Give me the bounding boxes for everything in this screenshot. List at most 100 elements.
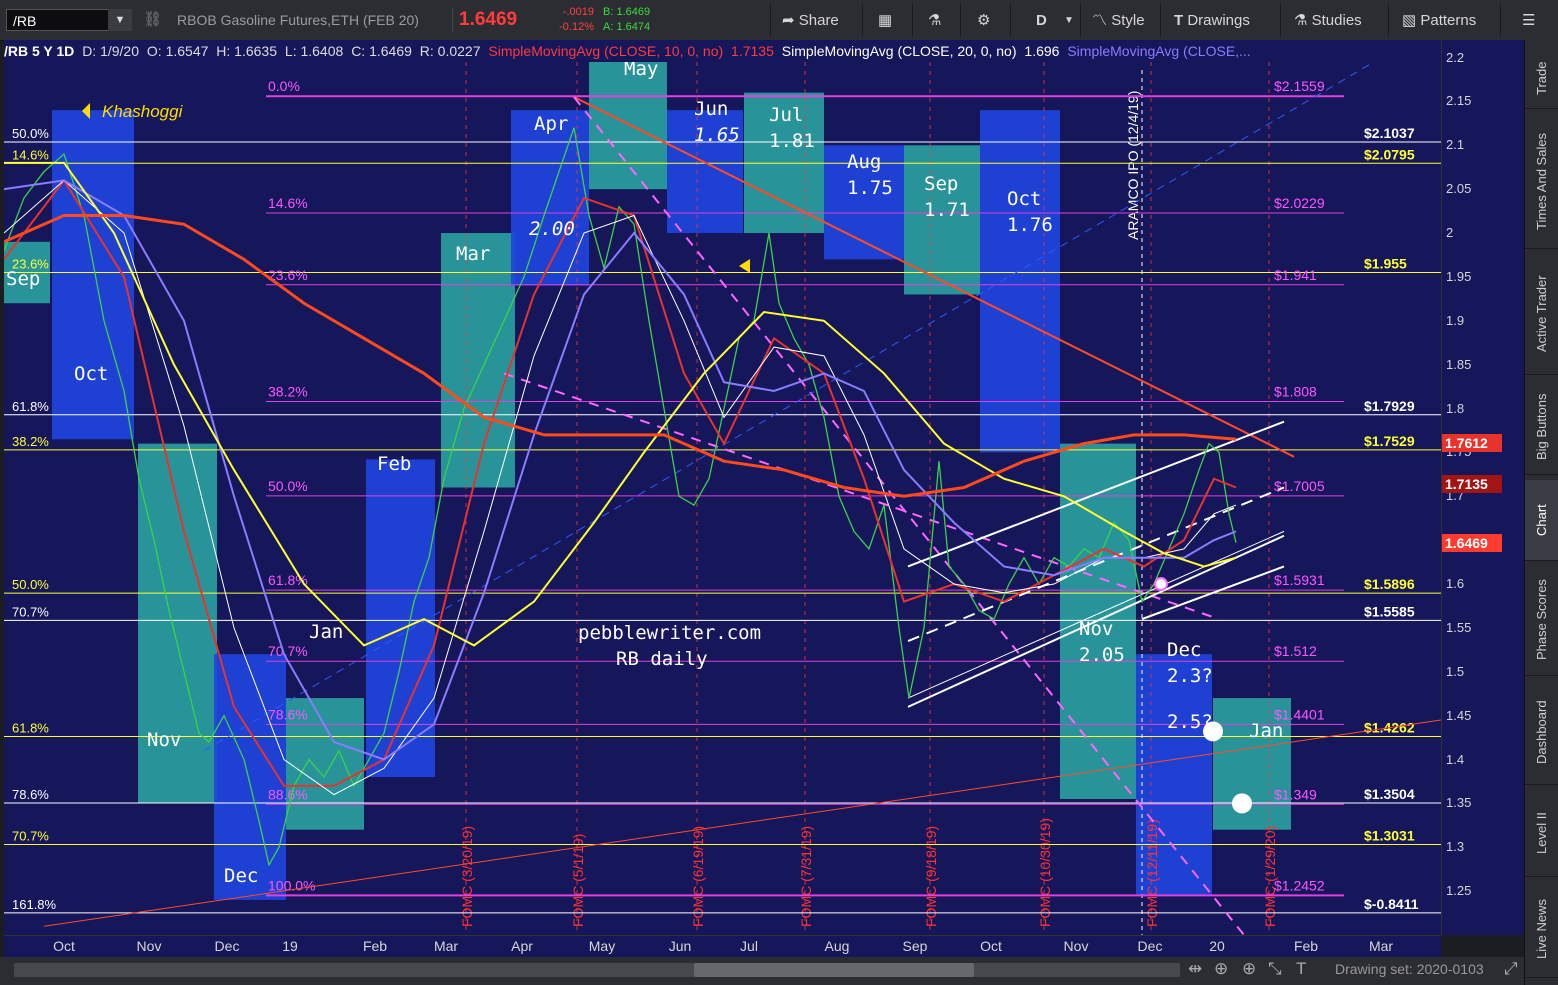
time-tick-label: Dec: [1137, 938, 1163, 954]
drawings-icon: T: [1174, 12, 1184, 29]
patterns-button[interactable]: ▧ Patterns: [1402, 9, 1476, 33]
price-tick-label: 2.05: [1446, 181, 1472, 197]
fib-magenta-label: 50.0%: [268, 478, 308, 494]
grid-icon[interactable]: ▦: [878, 9, 892, 33]
time-tick-label: Mar: [433, 938, 459, 954]
studies-icon: ⚗: [1294, 12, 1308, 29]
seasonal-month-label: Sep: [6, 268, 40, 290]
bar-low: L: 1.6408: [284, 43, 344, 59]
studies-button[interactable]: ⚗ Studies: [1294, 9, 1362, 33]
seasonal-value-label: 2.05: [1079, 644, 1125, 666]
fib-left-label: 61.8%: [12, 721, 49, 736]
seasonal-value-label: 1.81: [769, 130, 815, 152]
style-button[interactable]: 〽 Style: [1092, 9, 1145, 33]
chart-area[interactable]: FOMC (3/20/19) FOMC (5/1/19) FOMC (6/19/19…: [4, 40, 1441, 935]
sidebar-tab-live-news[interactable]: Live News: [1525, 882, 1558, 978]
fib-left-label: 70.7%: [12, 829, 49, 844]
seasonal-month-label: Jul: [769, 104, 803, 126]
price-tick-label: 1.6: [1446, 576, 1465, 592]
seasonal-value-label: 1.76: [1007, 214, 1053, 236]
menu-icon[interactable]: ☰: [1522, 9, 1535, 33]
gear-icon[interactable]: ⚙: [977, 9, 990, 33]
fib-left-label: 38.2%: [12, 434, 49, 449]
trading-app: /RB ▼ ⛓ RBOB Gasoline Futures,ETH (FEB 2…: [0, 0, 1558, 985]
drawing-set-label[interactable]: Drawing set: 2020-0103: [1335, 961, 1484, 977]
time-tick-label: Aug: [824, 938, 850, 954]
fib-right-label: $-0.8411: [1364, 896, 1419, 912]
price-tick-label: 1.35: [1446, 795, 1472, 811]
fib-left-label: 70.7%: [12, 604, 49, 619]
time-tick-label: Mar: [1368, 938, 1394, 954]
instrument-name: RBOB Gasoline Futures,ETH (FEB 20): [177, 12, 419, 28]
drawings-button[interactable]: T Drawings: [1174, 9, 1250, 33]
fomc-label: FOMC (10/30/19): [1037, 818, 1053, 927]
fib-right-label: $2.0795: [1364, 146, 1415, 162]
symbol-period: /RB 5 Y 1D: [4, 43, 75, 59]
seasonal-month-label: Dec: [224, 865, 258, 887]
fit-icon[interactable]: ⤡: [1268, 959, 1282, 979]
price-tick-label: 2.1: [1446, 137, 1465, 153]
sidebar-tab-active-trader[interactable]: Active Trader: [1525, 254, 1558, 375]
link-icon[interactable]: ⛓: [143, 10, 162, 28]
sidebar-tab-big-buttons[interactable]: Big Buttons: [1525, 380, 1558, 475]
price-tick-label: 1.95: [1446, 268, 1472, 284]
fomc-label: FOMC (12/11/19): [1144, 819, 1160, 927]
period-button[interactable]: D: [1036, 9, 1047, 33]
fib-left-label: 161.8%: [12, 897, 57, 912]
price-tick-label: 1.5: [1446, 663, 1465, 679]
fib-right-label: $1.5896: [1364, 576, 1415, 592]
flask-icon[interactable]: ⚗: [928, 9, 941, 33]
price-tick-label: 1.4: [1446, 751, 1465, 767]
price-tick-label: 1.3: [1446, 839, 1465, 855]
text-tool-icon[interactable]: T: [1296, 959, 1306, 979]
price-tag: 1.7612: [1442, 433, 1502, 452]
last-price: 1.6469: [452, 8, 534, 32]
collapse-icon[interactable]: ⇹: [1188, 959, 1202, 979]
fomc-label: FOMC (9/18/19): [923, 826, 939, 927]
scrollbar[interactable]: [14, 963, 1180, 977]
bid-ask: B: 1.6469 A: 1.6474: [603, 5, 650, 35]
scroll-thumb[interactable]: [694, 963, 974, 977]
seasonal-value-label: 1.65: [694, 124, 740, 146]
time-tick-label: Jun: [668, 938, 692, 954]
pivot-dot: [1154, 577, 1168, 592]
price-tick-label: 1.55: [1446, 619, 1472, 635]
fib-magenta-price: $1.512: [1274, 643, 1317, 659]
seasonal-month-label: Sep: [924, 173, 958, 195]
chevron-down-icon[interactable]: ▼: [1064, 9, 1074, 33]
sidebar-tab-trade[interactable]: Trade: [1525, 48, 1558, 109]
bar-date: D: 1/9/20: [82, 43, 140, 59]
bar-close: C: 1.6469: [351, 43, 412, 59]
studies-label: Studies: [1311, 12, 1362, 29]
sidebar-tab-times-and-sales[interactable]: Times And Sales: [1525, 114, 1558, 249]
seasonal-month-label: Nov: [1079, 618, 1113, 640]
share-label: Share: [798, 12, 839, 29]
style-label: Style: [1111, 12, 1145, 29]
price-axis[interactable]: 1.251.31.351.41.451.51.551.61.651.71.751…: [1441, 40, 1525, 935]
time-axis[interactable]: Oct Nov Dec 19 Feb Mar Apr May Jun Jul Aug Sep Oct No…: [4, 935, 1441, 958]
sidebar-tab-phase-scores[interactable]: Phase Scores: [1525, 565, 1558, 676]
price-change: -.0019 -0.12%: [542, 5, 594, 35]
fib-magenta-label: 14.6%: [268, 195, 308, 211]
chart-svg[interactable]: FOMC (3/20/19) FOMC (5/1/19) FOMC (6/19/19…: [4, 40, 1441, 935]
sidebar-tab-level-ii[interactable]: Level II: [1525, 790, 1558, 877]
fib-right-label: $1.7929: [1364, 398, 1415, 414]
seasonal-value-label: 2.00: [529, 218, 575, 240]
price-tick-label: 2: [1446, 225, 1454, 241]
change-percent: -0.12%: [559, 21, 594, 33]
fib-magenta-label: 38.2%: [268, 384, 308, 400]
fib-magenta-label: 88.6%: [268, 786, 308, 802]
time-tick-label: Nov: [1063, 938, 1089, 954]
resize-icon[interactable]: ⤢: [1504, 959, 1518, 979]
fib-right-label: $2.1037: [1364, 125, 1415, 141]
sidebar-tab-chart[interactable]: Chart: [1525, 480, 1558, 561]
zoom-in-icon[interactable]: ⊕: [1242, 959, 1256, 979]
seasonal-month-label: Aug: [847, 151, 881, 173]
symbol-dropdown-icon[interactable]: ▼: [108, 9, 132, 31]
fib-magenta-label: 100.0%: [268, 877, 315, 893]
khashoggi-label: Khashoggi: [102, 102, 184, 121]
sidebar-tab-dashboard[interactable]: Dashboard: [1525, 680, 1558, 785]
share-button[interactable]: ➦ Share: [782, 9, 839, 33]
fib-magenta-price: $1.349: [1274, 786, 1317, 802]
crosshair-icon[interactable]: ⊕: [1214, 959, 1228, 979]
